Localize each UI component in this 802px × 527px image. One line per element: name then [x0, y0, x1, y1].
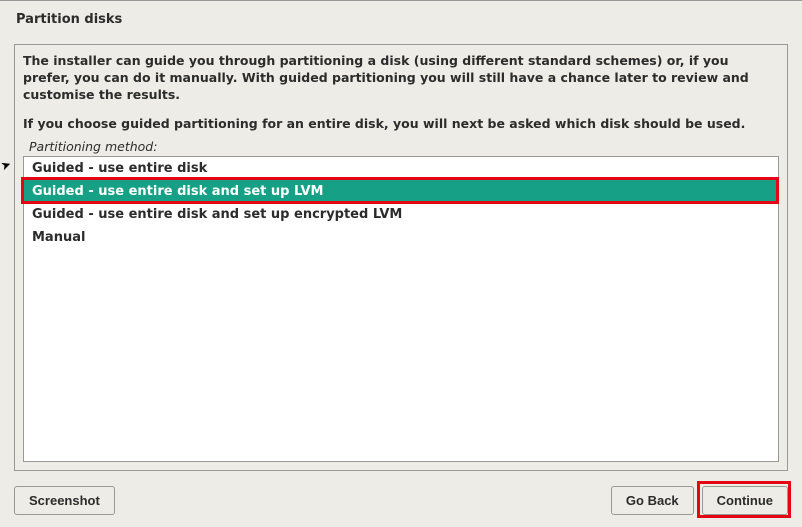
content-panel: The installer can guide you through part…	[14, 44, 788, 471]
partitioning-option[interactable]: Guided - use entire disk	[24, 157, 778, 180]
go-back-button[interactable]: Go Back	[611, 486, 694, 515]
right-button-group: Go Back Continue	[611, 486, 788, 515]
partitioning-method-list[interactable]: Guided - use entire diskGuided - use ent…	[23, 156, 779, 462]
continue-button[interactable]: Continue	[702, 486, 788, 515]
bottom-bar: Screenshot Go Back Continue	[14, 483, 788, 517]
partitioning-option[interactable]: Guided - use entire disk and set up LVM	[24, 180, 778, 203]
partitioning-method-label: Partitioning method:	[29, 139, 779, 154]
description-text-2: If you choose guided partitioning for an…	[23, 116, 779, 133]
screenshot-button[interactable]: Screenshot	[14, 486, 115, 515]
page-title: Partition disks	[16, 12, 122, 27]
top-border	[0, 0, 802, 1]
description-text-1: The installer can guide you through part…	[23, 53, 779, 104]
partitioning-option[interactable]: Manual	[24, 226, 778, 249]
partitioning-option[interactable]: Guided - use entire disk and set up encr…	[24, 203, 778, 226]
cursor-icon: ➤	[0, 157, 13, 174]
